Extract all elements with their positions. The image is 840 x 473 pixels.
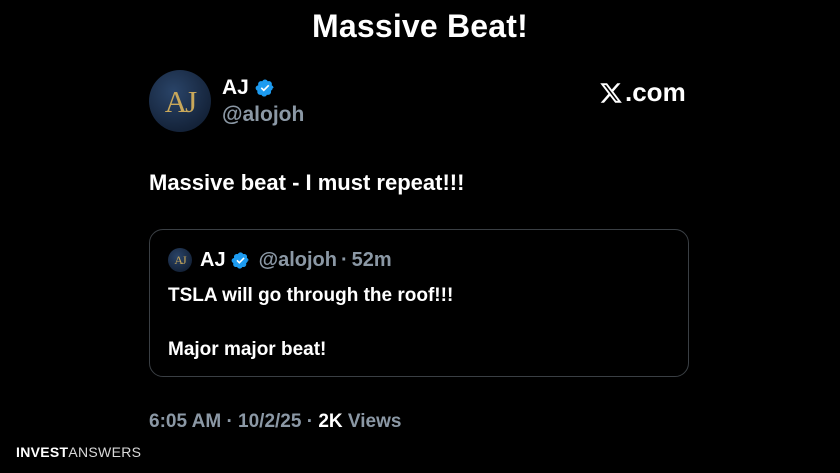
author-avatar[interactable]: AJ [149,70,211,132]
quoted-post-text-line-2: Major major beat! [168,339,327,360]
views-count: 2K [318,411,343,432]
verified-badge-icon [231,251,249,269]
verified-badge-icon [255,79,274,97]
brand-part-1: INVEST [16,444,69,460]
views-label: Views [347,411,402,432]
post-meta: 6:05 AM · 10/2/25 · 2K Views [149,411,401,433]
brand-logo: INVESTANSWERS [16,444,141,460]
author-line: AJ [222,76,275,100]
site-label: .com [599,77,686,108]
quoted-post-text-line-1: TSLA will go through the roof!!! [168,285,454,306]
quoted-post-card[interactable]: AJ AJ @alojoh · 52m TSLA will go through… [149,229,689,377]
avatar-initials: AJ [164,84,197,119]
post-text: Massive beat - I must repeat!!! [149,170,465,195]
quoted-author-name[interactable]: AJ [200,249,226,272]
post-date[interactable]: 10/2/25 [238,411,301,432]
quoted-author-avatar[interactable]: AJ [168,248,192,272]
meta-separator: · [226,411,233,432]
quoted-author-handle[interactable]: @alojoh [259,249,337,272]
quoted-post-header: AJ AJ @alojoh · 52m [168,248,392,272]
page-headline: Massive Beat! [311,8,529,44]
site-label-text: .com [625,77,686,107]
brand-part-2: ANSWERS [68,444,142,460]
quoted-separator: · [340,248,348,271]
quoted-avatar-initials: AJ [174,252,186,267]
author-name[interactable]: AJ [222,76,249,100]
post-time[interactable]: 6:05 AM [149,411,221,432]
quoted-post-time[interactable]: 52m [352,249,392,272]
author-handle[interactable]: @alojoh [222,103,304,127]
x-logo-icon [600,82,622,103]
meta-separator: · [306,411,314,432]
